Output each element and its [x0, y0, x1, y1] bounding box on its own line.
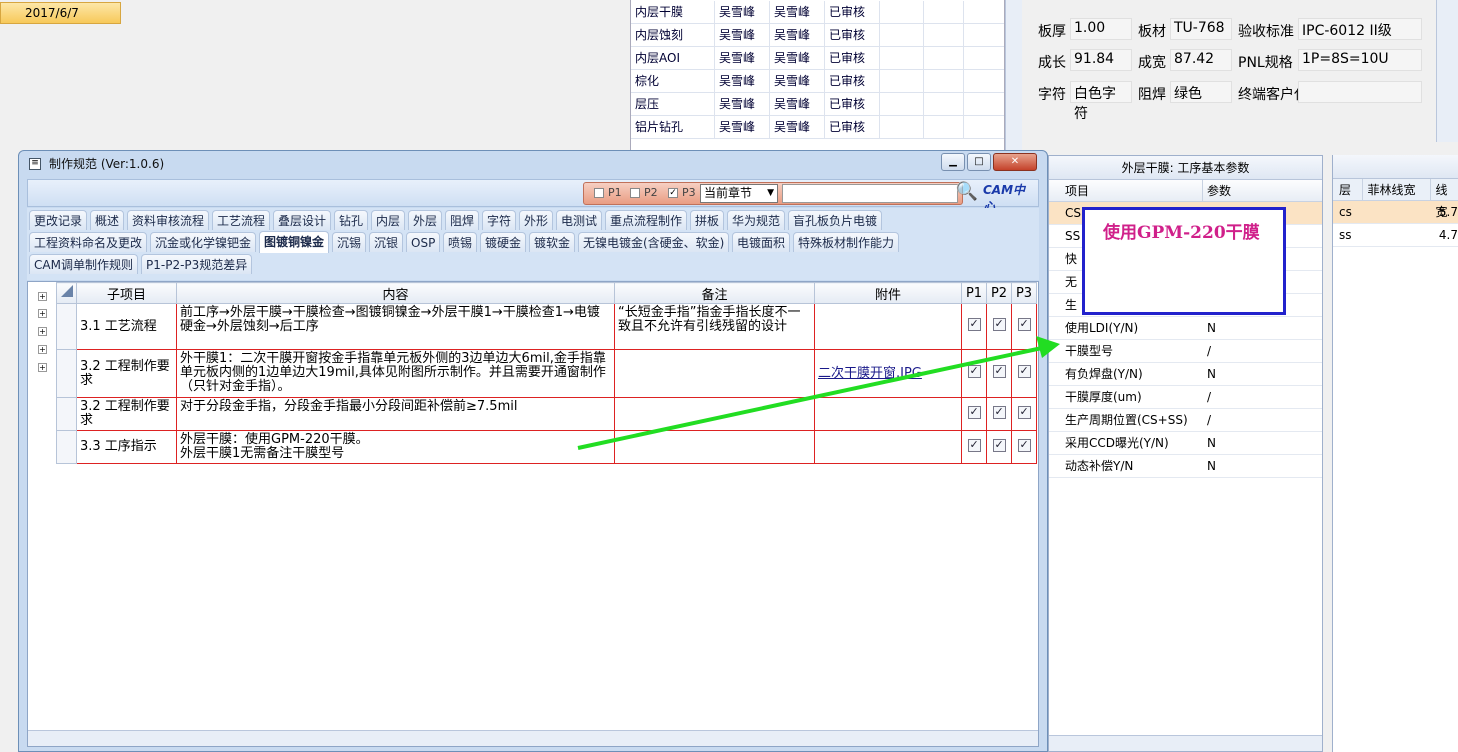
- annotation-arrow: [577, 336, 1060, 450]
